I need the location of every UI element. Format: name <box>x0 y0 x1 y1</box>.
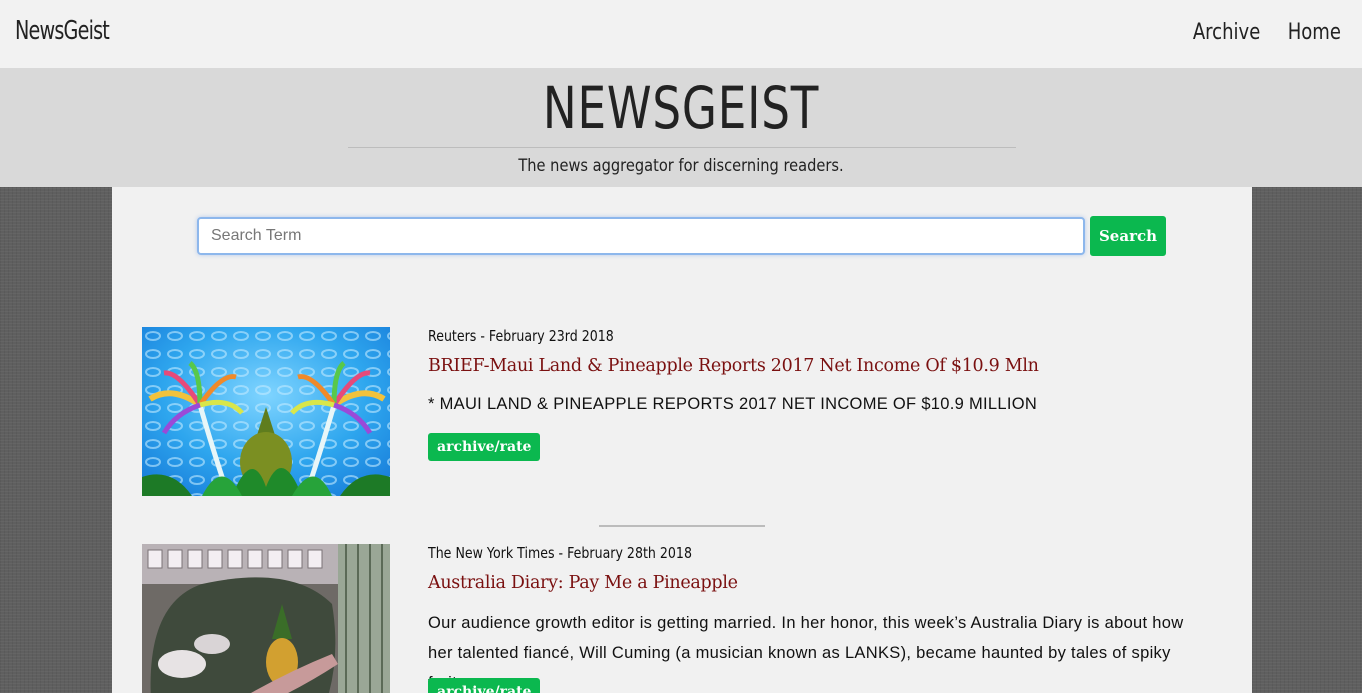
article-headline[interactable]: BRIEF-Maui Land & Pineapple Reports 2017… <box>428 356 1039 376</box>
navbar: NewsGeist Archive Home <box>0 0 1362 68</box>
hero-banner: NEWSGEIST The news aggregator for discer… <box>0 68 1362 187</box>
article-summary: * MAUI LAND & PINEAPPLE REPORTS 2017 NET… <box>428 395 1038 413</box>
hero-title: NEWSGEIST <box>542 74 820 142</box>
hero-tagline: The news aggregator for discerning reade… <box>518 156 844 176</box>
article-summary: Our audience growth editor is getting ma… <box>428 614 1184 692</box>
archive-rate-button[interactable]: archive/rate <box>428 433 541 461</box>
article-meta: Reuters - February 23rd 2018 <box>428 327 614 345</box>
article-separator <box>599 525 765 527</box>
brand-link[interactable]: NewsGeist <box>15 16 110 46</box>
article-item: Reuters - February 23rd 2018 BRIEF-Maui … <box>142 327 1222 497</box>
search-input[interactable] <box>197 217 1085 255</box>
main-container: Search Term Search Reuters - February 23… <box>112 187 1252 693</box>
search-button[interactable]: Search <box>1090 216 1166 256</box>
archive-rate-button[interactable]: archive/rate <box>428 678 541 693</box>
nav-link-archive[interactable]: Archive <box>1193 20 1261 45</box>
pineapple-still-life-image[interactable] <box>142 544 390 693</box>
article-meta: The New York Times - February 28th 2018 <box>428 544 692 562</box>
article-headline[interactable]: Australia Diary: Pay Me a Pineapple <box>428 573 738 593</box>
article-item: The New York Times - February 28th 2018 … <box>142 544 1222 693</box>
nav-links: Archive Home <box>1178 20 1341 45</box>
palm-trees-image[interactable] <box>142 327 390 496</box>
hero-divider <box>348 147 1016 148</box>
nav-link-home[interactable]: Home <box>1288 20 1341 45</box>
